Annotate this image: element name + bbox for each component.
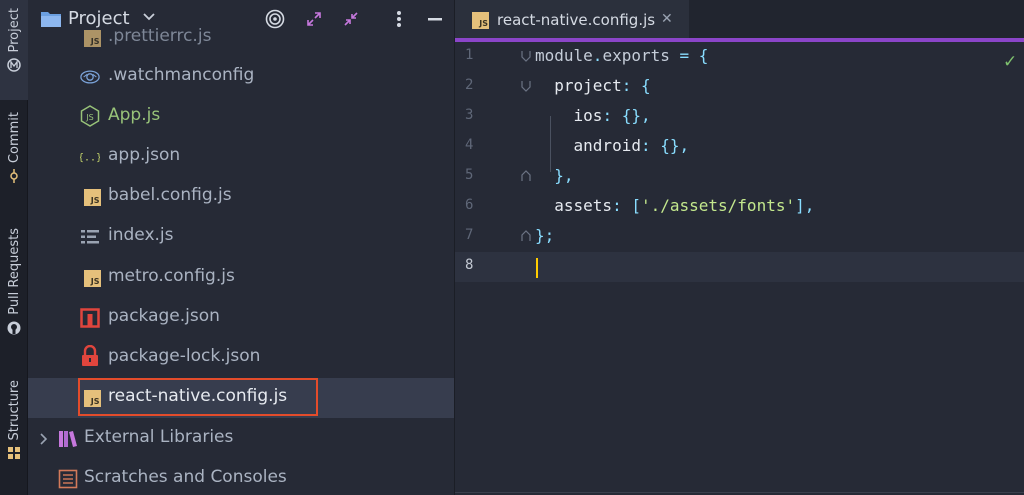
tab-structure[interactable]: Structure: [0, 380, 28, 488]
chevron-right-icon[interactable]: [34, 429, 54, 449]
nodejs-icon: JS: [80, 105, 100, 127]
tree-item-label: metro.config.js: [108, 266, 235, 286]
tree-item-watchmanconfig[interactable]: .watchmanconfig: [28, 57, 454, 97]
tab-commit[interactable]: Commit: [0, 112, 28, 212]
tree-item-metro-config[interactable]: JS metro.config.js: [28, 258, 454, 298]
tree-item-app-js[interactable]: JS App.js: [28, 97, 454, 137]
tool-window-strip: Project Commit Pull Requests Structure: [0, 0, 28, 495]
tree-item-label: app.json: [108, 145, 181, 165]
tree-item-label: External Libraries: [84, 427, 234, 447]
tree-item-index-js[interactable]: index.js: [28, 217, 454, 257]
js-file-icon: JS: [82, 388, 102, 408]
fold-end-icon[interactable]: [521, 230, 531, 242]
code-line: 4 android: {},: [465, 136, 690, 155]
tab-commit-label: Commit: [6, 112, 22, 164]
tree-item-label: babel.config.js: [108, 185, 232, 205]
text-caret: [536, 258, 538, 278]
fold-end-icon[interactable]: [521, 170, 531, 182]
tree-item-package-json[interactable]: package.json: [28, 298, 454, 338]
project-icon: [7, 58, 21, 73]
code-line: 6 assets: ['./assets/fonts'],: [465, 196, 815, 215]
commit-icon: [7, 169, 21, 184]
tree-item-external-libraries[interactable]: External Libraries: [28, 419, 454, 459]
code-line: 1 module.exports = {: [465, 46, 709, 65]
library-icon: [58, 429, 78, 449]
tree-item-label: index.js: [108, 225, 174, 245]
js-file-icon: JS: [472, 12, 489, 29]
tree-item-label: package-lock.json: [108, 346, 261, 366]
fold-icon[interactable]: [521, 80, 531, 92]
code-line: 2 project: {: [465, 76, 651, 95]
tab-pull-requests-label: Pull Requests: [6, 228, 22, 315]
tab-project[interactable]: Project: [0, 0, 28, 100]
tab-pull-requests[interactable]: Pull Requests: [0, 228, 28, 358]
text-file-icon: [80, 227, 100, 247]
tree-item-babel-config[interactable]: JS babel.config.js: [28, 177, 454, 217]
tree-item-scratches[interactable]: Scratches and Consoles: [28, 459, 454, 495]
fold-icon[interactable]: [521, 50, 531, 62]
npm-icon: [80, 308, 100, 328]
code-line: 3 ios: {},: [465, 106, 651, 125]
tree-item-label: App.js: [108, 105, 161, 125]
svg-text:JS: JS: [85, 113, 93, 122]
code-line-current: 8: [455, 252, 1024, 282]
code-line: 7 };: [465, 226, 555, 245]
js-file-icon: JS: [82, 28, 102, 48]
tab-structure-label: Structure: [6, 380, 22, 441]
tab-react-native-config[interactable]: JS react-native.config.js ✕: [455, 0, 689, 42]
tab-project-label: Project: [6, 8, 22, 53]
js-file-icon: JS: [82, 187, 102, 207]
tree-item-package-lock[interactable]: package-lock.json: [28, 338, 454, 378]
js-file-icon: JS: [82, 268, 102, 288]
tree-item-react-native-config[interactable]: JS react-native.config.js: [28, 378, 454, 418]
svg-text:{..}: {..}: [80, 152, 100, 163]
close-icon[interactable]: ✕: [661, 11, 673, 27]
github-icon: [7, 321, 21, 335]
tree-item-app-json[interactable]: {..} app.json: [28, 137, 454, 177]
editor-pane: JS react-native.config.js ✕ 1 module.exp…: [454, 0, 1024, 495]
divider: [455, 492, 1024, 493]
tree-item-label: .watchmanconfig: [108, 65, 255, 85]
eye-icon: [80, 67, 100, 87]
tab-title: react-native.config.js: [497, 11, 656, 29]
project-panel: Project JS .prettierrc.js .watchmanconfi…: [28, 0, 454, 495]
code-line: 5 },: [465, 166, 574, 185]
lock-icon: [80, 345, 100, 366]
indent-guide: [550, 116, 551, 172]
structure-icon: [7, 446, 21, 460]
tree-item-label: Scratches and Consoles: [84, 467, 287, 487]
editor-tabbar: JS react-native.config.js ✕: [455, 0, 1024, 42]
json-icon: {..}: [80, 147, 100, 167]
tree-item-label: .prettierrc.js: [108, 26, 212, 46]
scratches-icon: [58, 469, 78, 489]
tree-item-label: react-native.config.js: [108, 386, 288, 406]
code-editor[interactable]: 1 module.exports = { 2 project: { 3 ios:…: [455, 42, 1024, 495]
tree-item-prettierrc[interactable]: JS .prettierrc.js: [28, 18, 454, 58]
check-icon: ✓: [1003, 52, 1018, 72]
tree-item-label: package.json: [108, 306, 220, 326]
